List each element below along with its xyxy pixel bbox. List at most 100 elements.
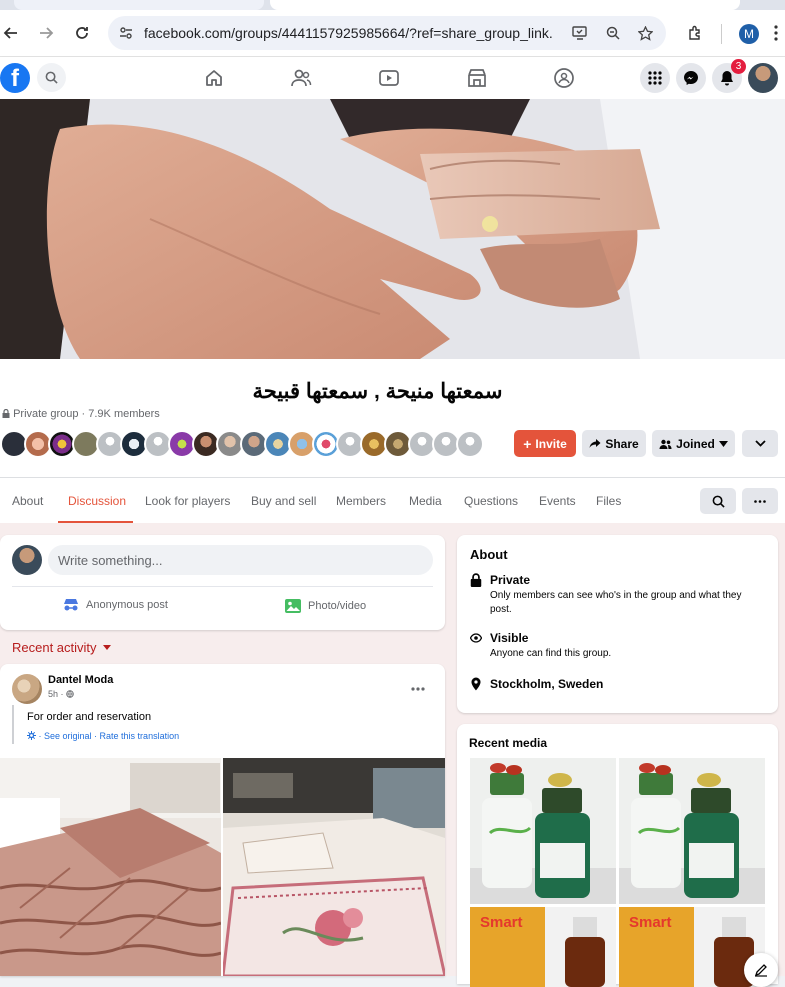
friends-icon[interactable] [289, 67, 313, 89]
more-options-button[interactable] [742, 430, 778, 457]
translation-quote-bar [12, 705, 14, 744]
gear-icon [27, 731, 36, 740]
photo-video-button[interactable]: Photo/video [284, 598, 366, 614]
bookmark-star-icon[interactable] [637, 25, 653, 41]
about-private-desc: Only members can see who's in the group … [490, 590, 742, 615]
post-photos [0, 758, 445, 976]
menu-grid-button[interactable] [640, 63, 670, 93]
install-app-icon[interactable] [572, 25, 588, 41]
chevron-down-icon [754, 440, 766, 447]
groups-icon[interactable] [552, 67, 576, 89]
media-thumbnail[interactable] [470, 758, 616, 904]
about-private-heading: Private [490, 573, 531, 587]
account-avatar[interactable] [748, 63, 778, 93]
zoom-icon[interactable] [605, 25, 621, 41]
eye-icon [470, 633, 482, 643]
group-cover-photo[interactable] [0, 99, 785, 359]
post-photo[interactable] [0, 758, 221, 976]
media-thumbnail[interactable]: Smart [470, 907, 616, 987]
ellipsis-icon [411, 687, 425, 691]
svg-text:Smart: Smart [629, 914, 672, 931]
post-photo[interactable] [223, 758, 445, 976]
tab-events[interactable]: Events [539, 478, 576, 524]
media-thumbnail[interactable]: Smart [619, 907, 765, 987]
tab-files[interactable]: Files [596, 478, 621, 524]
tab-questions[interactable]: Questions [464, 478, 518, 524]
browser-toolbar: facebook.com/groups/4441157925985664/?re… [0, 10, 785, 57]
lock-icon [2, 408, 10, 418]
group-name[interactable]: سمعتها منيحة , سمعتها قبيحة [0, 379, 755, 404]
invite-button[interactable]: + Invite [514, 430, 576, 457]
anonymous-post-label: Anonymous post [86, 599, 168, 611]
member-avatar[interactable] [456, 430, 484, 458]
url-text[interactable]: facebook.com/groups/4441157925985664/?re… [144, 25, 554, 41]
write-something-input[interactable]: Write something... [48, 545, 433, 575]
tab-media[interactable]: Media [409, 478, 442, 524]
translation-links[interactable]: · See original · Rate this translation [27, 731, 179, 741]
browser-menu-icon[interactable] [768, 22, 784, 44]
group-main-content: Write something... Anonymous post Photo/… [0, 523, 785, 987]
post-more-options[interactable] [411, 678, 425, 694]
group-search-button[interactable] [700, 488, 736, 514]
recent-media-title: Recent media [469, 736, 548, 750]
about-location: Stockholm, Sweden [470, 677, 770, 695]
group-privacy-members-text[interactable]: Private group · 7.9K members [13, 408, 160, 420]
reload-button[interactable] [71, 22, 93, 44]
compose-icon [754, 964, 767, 977]
browser-tab[interactable] [14, 0, 264, 10]
new-message-button[interactable] [744, 953, 778, 987]
share-button[interactable]: Share [582, 430, 646, 457]
media-thumbnail[interactable] [619, 758, 765, 904]
caret-down-icon [102, 645, 111, 650]
site-settings-icon[interactable] [118, 25, 134, 41]
photo-icon [285, 599, 301, 613]
tab-buy-and-sell[interactable]: Buy and sell [251, 478, 316, 524]
messenger-button[interactable] [676, 63, 706, 93]
about-private: Private Only members can see who's in th… [470, 573, 770, 615]
post-time-text: 5h · [48, 689, 67, 699]
about-visible: Visible Anyone can find this group. [470, 631, 770, 663]
tab-members[interactable]: Members [336, 478, 386, 524]
composer-divider [12, 586, 433, 587]
about-location-text[interactable]: Stockholm, Sweden [490, 677, 603, 691]
tab-discussion[interactable]: Discussion [68, 478, 126, 524]
translation-links-text: · See original · Rate this translation [38, 731, 180, 741]
composer-avatar[interactable] [12, 545, 42, 575]
address-bar[interactable]: facebook.com/groups/4441157925985664/?re… [108, 16, 666, 50]
tab-look-for-players[interactable]: Look for players [145, 478, 230, 524]
notification-count-badge: 3 [731, 59, 746, 74]
lock-icon [470, 573, 482, 587]
post-author-avatar[interactable] [12, 674, 42, 704]
marketplace-icon[interactable] [465, 67, 489, 89]
home-icon[interactable] [202, 67, 226, 89]
about-visible-heading: Visible [490, 631, 529, 645]
share-arrow-icon [589, 439, 601, 448]
post-composer: Write something... Anonymous post Photo/… [0, 535, 445, 630]
facebook-logo[interactable]: f [0, 63, 30, 93]
globe-icon [66, 690, 74, 698]
sort-feed-label: Recent activity [12, 640, 97, 655]
extensions-icon[interactable] [684, 22, 706, 44]
video-icon[interactable] [377, 67, 401, 89]
anonymous-post-button[interactable]: Anonymous post [62, 598, 168, 612]
feed-post: Dantel Moda 5h · For order and reservati… [0, 664, 445, 976]
about-card: About Private Only members can see who's… [457, 535, 778, 713]
facebook-search-button[interactable] [37, 63, 66, 92]
people-icon [659, 439, 672, 449]
post-text: For order and reservation [27, 711, 152, 723]
back-button[interactable] [0, 22, 22, 44]
sort-feed-dropdown[interactable]: Recent activity [12, 640, 111, 655]
post-author-name[interactable]: Dantel Moda [48, 674, 113, 686]
caret-down-icon [718, 440, 728, 447]
browser-profile-avatar[interactable]: M [739, 24, 759, 44]
composer-placeholder: Write something... [58, 552, 163, 568]
tab-about[interactable]: About [12, 478, 43, 524]
joined-label: Joined [676, 436, 715, 451]
group-more-button[interactable] [742, 488, 778, 514]
post-timestamp[interactable]: 5h · [48, 689, 74, 699]
cover-image [0, 99, 785, 359]
forward-button[interactable] [35, 22, 57, 44]
share-label: Share [605, 436, 639, 451]
browser-tab-active[interactable] [270, 0, 740, 10]
joined-button[interactable]: Joined [652, 430, 735, 457]
